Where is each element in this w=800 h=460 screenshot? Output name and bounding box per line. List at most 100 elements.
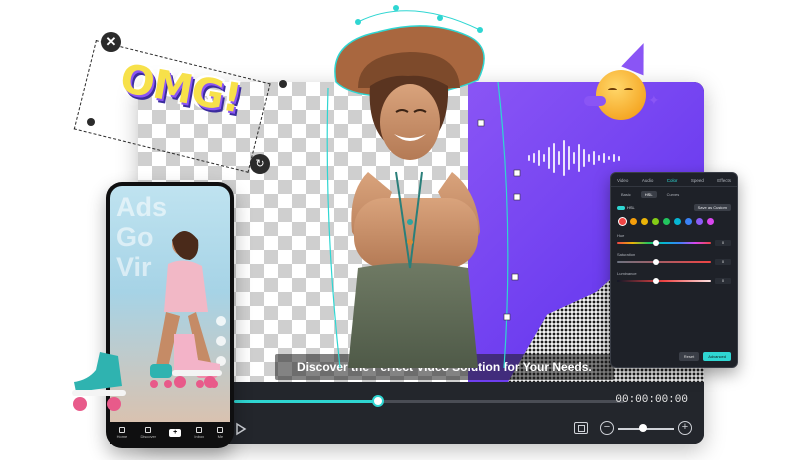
nav-label: Home (116, 434, 128, 439)
waveform-bar (613, 154, 615, 162)
subtab-basic[interactable]: Basic (617, 191, 635, 198)
zoom-handle[interactable] (639, 424, 648, 432)
color-swatch[interactable] (619, 218, 626, 225)
saturation-slider[interactable] (617, 259, 711, 265)
hsl-label: HSL (627, 205, 635, 210)
resize-handle[interactable] (279, 80, 287, 88)
sparkle-icon: ✦ (648, 92, 660, 108)
panel-tabs: Video Audio Color Speed Effects (611, 173, 737, 187)
slider-label: Luminance (617, 271, 637, 276)
close-icon[interactable]: ✕ (101, 32, 121, 52)
waveform-bar (578, 144, 580, 172)
saturation-slider-block: Saturation 0 (611, 249, 737, 268)
waveform-bar (598, 155, 600, 161)
waveform-bar (543, 154, 545, 162)
phone-bottom-nav: Home Discover + Inbox Me (110, 422, 230, 444)
waveform-bar (583, 149, 585, 167)
color-swatch[interactable] (663, 218, 670, 225)
nav-home[interactable]: Home (116, 427, 128, 439)
nav-label: Discover (140, 434, 157, 439)
color-swatch[interactable] (685, 218, 692, 225)
waveform-bar (558, 151, 560, 165)
slider-label: Saturation (617, 252, 636, 257)
color-swatches (611, 213, 737, 230)
mask-path-handles[interactable] (350, 2, 490, 42)
subtab-hsl[interactable]: HSL (640, 191, 657, 198)
home-icon (118, 427, 125, 433)
waveform-bar (603, 153, 605, 163)
audio-waveform (528, 138, 620, 178)
create-button[interactable]: + (169, 429, 182, 437)
slider-value[interactable]: 0 (715, 240, 731, 246)
party-blower-icon (584, 96, 606, 106)
slider-label: Hue (617, 233, 625, 238)
nav-inbox[interactable]: Inbox (194, 427, 204, 439)
waveform-bar (563, 140, 565, 176)
waveform-bar (593, 151, 595, 165)
progress-handle[interactable] (372, 395, 385, 407)
tab-effects[interactable]: Effects (717, 178, 731, 183)
timecode: 00:00:00:00 (615, 394, 688, 406)
tab-color[interactable]: Color (667, 178, 678, 183)
waveform-bar (573, 152, 575, 164)
color-swatch[interactable] (652, 218, 659, 225)
color-swatch[interactable] (630, 218, 637, 225)
tab-speed[interactable]: Speed (691, 178, 704, 183)
waveform-bar (568, 146, 570, 170)
slider-handle[interactable] (653, 259, 660, 265)
zoom-out-icon[interactable]: − (600, 421, 614, 435)
party-face-emoji-icon (596, 70, 646, 120)
fit-screen-icon[interactable] (574, 422, 588, 434)
hsl-toggle-row: HSL (617, 205, 635, 210)
rotate-icon[interactable]: ↻ (250, 154, 270, 174)
waveform-bar (548, 147, 550, 169)
tab-video[interactable]: Video (617, 178, 628, 183)
progress-fill (234, 400, 379, 403)
zoom-in-icon[interactable]: + (678, 421, 692, 435)
slider-handle[interactable] (653, 240, 660, 246)
slider-value[interactable]: 0 (715, 259, 731, 265)
slider-value[interactable]: 0 (715, 278, 731, 284)
luminance-slider[interactable] (617, 278, 711, 284)
save-as-custom-button[interactable]: Save as Custom (693, 204, 731, 211)
inbox-icon (196, 427, 203, 433)
waveform-bar (588, 154, 590, 162)
nav-discover[interactable]: Discover (140, 427, 156, 439)
roller-skate-image (72, 352, 126, 411)
hue-slider[interactable] (617, 240, 711, 246)
slider-handle[interactable] (653, 278, 660, 284)
waveform-bar (618, 155, 620, 161)
hue-slider-block: Hue 0 (611, 230, 737, 249)
color-swatch[interactable] (641, 218, 648, 225)
nav-me[interactable]: Me (217, 427, 224, 439)
waveform-bar (553, 143, 555, 173)
play-icon[interactable] (234, 422, 248, 436)
progress-track[interactable] (234, 395, 624, 407)
zoom-slider[interactable] (618, 424, 674, 432)
color-swatch[interactable] (696, 218, 703, 225)
nav-label: Me (217, 434, 224, 439)
resize-handle[interactable] (87, 118, 95, 126)
waveform-bar (608, 156, 610, 160)
color-swatch[interactable] (674, 218, 681, 225)
hsl-toggle[interactable] (617, 205, 625, 210)
luminance-slider-block: Luminance 0 (611, 268, 737, 287)
panel-footer: Reset Advanced (678, 352, 731, 361)
advanced-button[interactable]: Advanced (703, 352, 731, 361)
color-swatch[interactable] (707, 218, 714, 225)
color-sub-tabs: Basic HSL Curves (611, 187, 737, 202)
search-icon (145, 427, 152, 433)
hsl-header: HSL Save as Custom (611, 202, 737, 213)
waveform-bar (528, 155, 530, 161)
reset-button[interactable]: Reset (678, 352, 700, 361)
woman-cutout-image[interactable] (318, 22, 524, 368)
waveform-bar (538, 150, 540, 166)
subtab-curves[interactable]: Curves (663, 191, 684, 198)
nav-label: Inbox (194, 434, 205, 439)
waveform-bar (533, 153, 535, 163)
marketing-hero: Discover the Perfect Video Solution for … (0, 0, 800, 460)
profile-icon (217, 427, 224, 433)
roller-skate-image (172, 334, 222, 388)
tab-audio[interactable]: Audio (642, 178, 654, 183)
like-icon[interactable] (216, 316, 226, 326)
